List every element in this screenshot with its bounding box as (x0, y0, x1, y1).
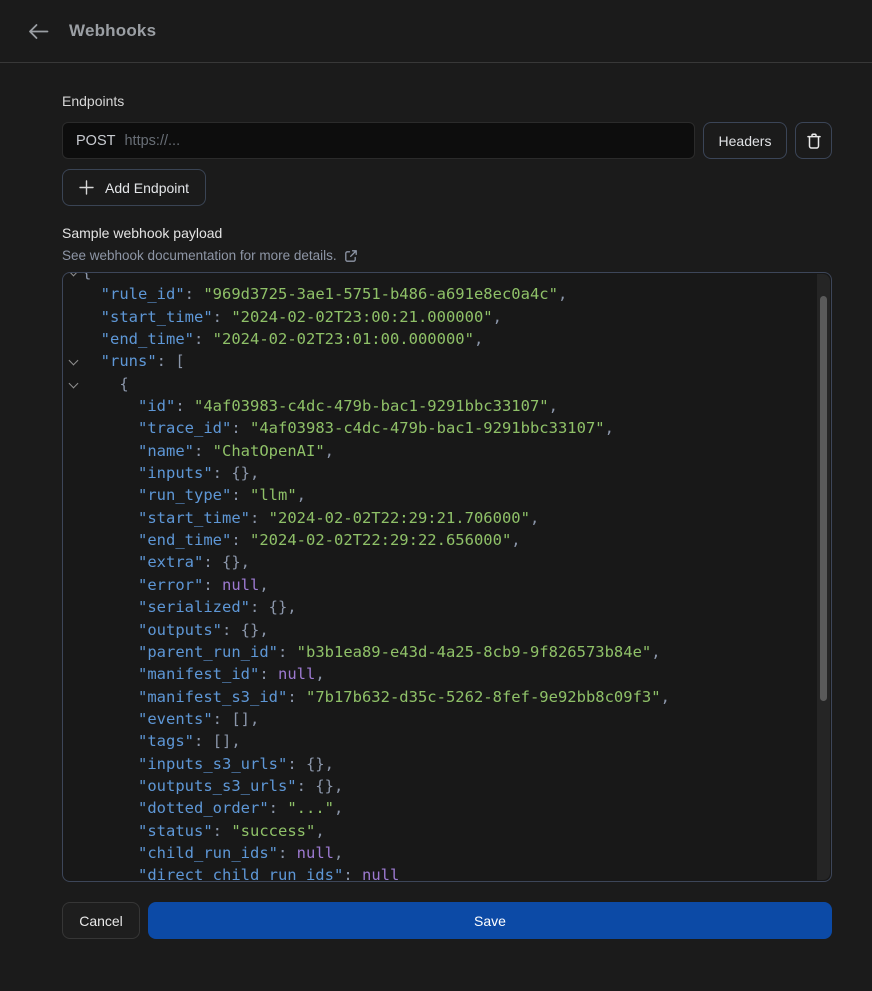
main-content: Endpoints POST Headers (0, 93, 872, 939)
header: Webhooks (0, 0, 872, 63)
code-line: "start_time": "2024-02-02T22:29:21.70600… (63, 507, 831, 529)
chevron-down-icon[interactable] (69, 356, 79, 366)
code-line: "tags": [], (63, 730, 831, 752)
plus-icon (79, 180, 94, 195)
endpoint-row: POST Headers (62, 122, 832, 159)
code-line: "name": "ChatOpenAI", (63, 440, 831, 462)
endpoint-url-field[interactable]: POST (62, 122, 695, 159)
chevron-down-icon[interactable] (69, 378, 79, 388)
cancel-button[interactable]: Cancel (62, 902, 140, 939)
code-line: "error": null, (63, 574, 831, 596)
code-line: "outputs_s3_urls": {}, (63, 775, 831, 797)
code-line: { (63, 272, 831, 283)
code-line: "rule_id": "969d3725-3ae1-5751-b486-a691… (63, 283, 831, 305)
editor-scrollbar-track[interactable] (817, 274, 830, 880)
payload-code-editor[interactable]: { "rule_id": "969d3725-3ae1-5751-b486-a6… (62, 272, 832, 882)
code-line: "status": "success", (63, 820, 831, 842)
code-line: "trace_id": "4af03983-c4dc-479b-bac1-929… (63, 417, 831, 439)
code-line: "direct_child_run_ids": null (63, 864, 831, 882)
add-endpoint-button[interactable]: Add Endpoint (62, 169, 206, 206)
docs-link-label: See webhook documentation for more detai… (62, 248, 337, 263)
code-line: "manifest_id": null, (63, 663, 831, 685)
code-line: "events": [], (63, 708, 831, 730)
footer-actions: Cancel Save (62, 902, 832, 939)
chevron-down-icon[interactable] (69, 272, 79, 276)
http-method-label: POST (76, 133, 115, 149)
webhooks-panel: Webhooks Endpoints POST Headers (0, 0, 872, 991)
code-line: "serialized": {}, (63, 596, 831, 618)
code-line: "runs": [ (63, 350, 831, 372)
code-line: "dotted_order": "...", (63, 797, 831, 819)
code-line: "id": "4af03983-c4dc-479b-bac1-9291bbc33… (63, 395, 831, 417)
code-line: "run_type": "llm", (63, 484, 831, 506)
code-line: "parent_run_id": "b3b1ea89-e43d-4a25-8cb… (63, 641, 831, 663)
code-line: "manifest_s3_id": "7b17b632-d35c-5262-8f… (63, 686, 831, 708)
webhook-docs-link[interactable]: See webhook documentation for more detai… (62, 248, 358, 263)
code-line: "end_time": "2024-02-02T23:01:00.000000"… (63, 328, 831, 350)
endpoint-url-input[interactable] (124, 133, 681, 149)
code-line: "end_time": "2024-02-02T22:29:22.656000"… (63, 529, 831, 551)
trash-icon (806, 132, 822, 150)
code-line: "extra": {}, (63, 551, 831, 573)
code-line: "child_run_ids": null, (63, 842, 831, 864)
code-line: "outputs": {}, (63, 619, 831, 641)
code-line: { (63, 373, 831, 395)
save-button[interactable]: Save (148, 902, 832, 939)
code-line: "start_time": "2024-02-02T23:00:21.00000… (63, 306, 831, 328)
endpoints-label: Endpoints (62, 93, 832, 109)
add-endpoint-label: Add Endpoint (105, 180, 189, 196)
payload-title: Sample webhook payload (62, 225, 832, 241)
headers-button[interactable]: Headers (703, 122, 787, 159)
code-line: "inputs_s3_urls": {}, (63, 753, 831, 775)
back-arrow-icon (28, 23, 49, 40)
external-link-icon (344, 249, 358, 263)
editor-scrollbar-thumb[interactable] (820, 296, 827, 701)
code-content: { "rule_id": "969d3725-3ae1-5751-b486-a6… (63, 272, 831, 882)
back-button[interactable] (26, 21, 51, 42)
page-title: Webhooks (69, 21, 156, 41)
delete-endpoint-button[interactable] (795, 122, 832, 159)
code-line: "inputs": {}, (63, 462, 831, 484)
